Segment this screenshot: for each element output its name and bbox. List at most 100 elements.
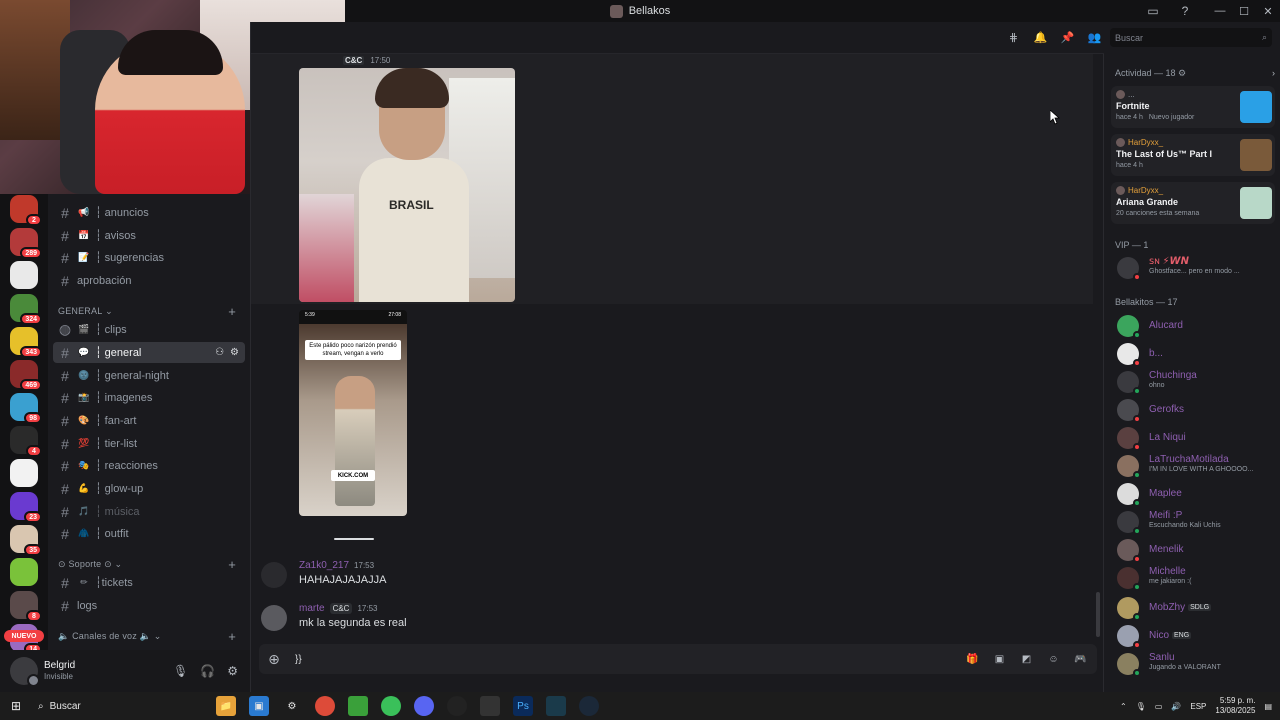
maximize-button[interactable]: ☐ [1232, 0, 1256, 22]
category-soporte[interactable]: ⊙ Soporte ⊙ ⌄ + [58, 557, 244, 572]
member-item[interactable]: Nico ENG [1117, 623, 1273, 649]
channel-tickets[interactable]: # ✏ ┆tickets [53, 572, 245, 593]
activity-card[interactable]: HarDyxx_ The Last of Us™ Part I hace 4 h [1111, 134, 1275, 176]
channel-reacciones[interactable]: # 🎭 ┆ reacciones [53, 455, 245, 476]
gif-icon[interactable]: ▣ [993, 653, 1006, 666]
channel-clips[interactable]: ◍ 🎬 ┆ clips [53, 319, 245, 340]
message-author[interactable]: Za1k0_217 [299, 560, 349, 571]
chevron-right-icon[interactable]: › [1272, 68, 1275, 78]
server-icon[interactable]: 469 [10, 360, 42, 391]
channel-logs[interactable]: # logs [53, 595, 245, 616]
channel-musica[interactable]: # 🎵 ┆ música [53, 501, 245, 522]
server-icon[interactable]: 98 [10, 393, 42, 424]
vscode-icon[interactable] [546, 696, 566, 716]
channel-fan-art[interactable]: # 🎨 ┆ fan-art [53, 410, 245, 431]
window-icon[interactable]: ▣ [249, 696, 269, 716]
channel-sugerencias[interactable]: # 📝 ┆ sugerencias [53, 247, 245, 268]
channel-aprobacion[interactable]: # aprobación [53, 270, 245, 291]
headphones-icon[interactable]: 🎧 [200, 664, 215, 678]
composer-text[interactable]: }} [295, 654, 302, 665]
channel-anuncios[interactable]: # 📢 ┆ anuncios [53, 202, 245, 223]
taskbar-search[interactable]: ⌕ Buscar [32, 701, 182, 712]
invite-icon[interactable]: ⚇ [215, 347, 224, 358]
obs-icon[interactable] [447, 696, 467, 716]
inbox-icon[interactable]: ▭ [1144, 2, 1162, 20]
threads-icon[interactable]: ⋕ [1006, 30, 1021, 45]
server-icon[interactable] [10, 459, 38, 487]
server-icon[interactable]: 8 [10, 591, 42, 622]
server-icon[interactable]: 35 [10, 525, 42, 556]
avatar[interactable] [261, 562, 287, 588]
server-icon[interactable]: 23 [10, 492, 42, 523]
attachment-image[interactable]: BRASIL [299, 68, 515, 302]
member-item[interactable]: La Niqui [1117, 425, 1273, 451]
member-item[interactable]: Alucard [1117, 313, 1273, 339]
server-icon[interactable]: 324 [10, 294, 42, 325]
message-composer[interactable]: ⊕ }} 🎁 ▣ ◩ ☺ 🎮 [259, 644, 1097, 674]
channel-tier-list[interactable]: # 💯 ┆ tier-list [53, 433, 245, 454]
capcut-icon[interactable] [480, 696, 500, 716]
xbox-icon[interactable] [381, 696, 401, 716]
activity-card[interactable]: ... Fortnite hace 4 h Nuevo jugador [1111, 86, 1275, 128]
member-item[interactable]: LaTruchaMotilada I'M IN LOVE WITH A GHOOO… [1117, 453, 1273, 479]
windows-start-icon[interactable]: ⊞ [0, 699, 32, 713]
member-item[interactable]: Sanlu Jugando a VALORANT [1117, 651, 1273, 677]
emoji-icon[interactable]: ☺ [1047, 653, 1060, 666]
activity-card[interactable]: HarDyxx_ Ariana Grande 20 canciones esta… [1111, 182, 1275, 224]
photoshop-icon[interactable]: Ps [513, 696, 533, 716]
minecraft-icon[interactable] [348, 696, 368, 716]
member-item[interactable]: Michelle me jakiaron :( [1117, 565, 1273, 591]
bell-icon[interactable]: 🔔 [1033, 30, 1048, 45]
chrome-icon[interactable] [315, 696, 335, 716]
settings-icon[interactable]: ⚙ [282, 696, 302, 716]
member-item[interactable]: Gerofks [1117, 397, 1273, 423]
add-channel-icon[interactable]: + [228, 557, 236, 572]
member-item[interactable]: Meifi :P Escuchando Kali Uchis [1117, 509, 1273, 535]
member-item[interactable]: Maplee [1117, 481, 1273, 507]
members-icon[interactable]: 👥 [1087, 30, 1102, 45]
add-channel-icon[interactable]: + [228, 304, 236, 319]
steam-icon[interactable] [579, 696, 599, 716]
network-icon[interactable]: ▭ [1155, 702, 1163, 711]
server-icon[interactable]: 2 [10, 195, 42, 226]
attachment-image[interactable]: 5:39 27:08 Este pálido poco narizón prend… [299, 310, 407, 516]
sticker-icon[interactable]: ◩ [1020, 653, 1033, 666]
chat-scrollbar[interactable] [1096, 592, 1100, 637]
channel-general[interactable]: # 💬 ┆ general ⚇ ⚙ [53, 342, 245, 363]
apps-icon[interactable]: 🎮 [1074, 653, 1087, 666]
file-explorer-icon[interactable]: 📁 [216, 696, 236, 716]
add-channel-icon[interactable]: + [228, 629, 236, 644]
discord-icon[interactable] [414, 696, 434, 716]
server-icon[interactable] [10, 261, 38, 289]
microphone-icon[interactable]: 🎙 [1136, 702, 1146, 711]
settings-icon[interactable]: ⚙ [230, 347, 239, 358]
server-icon[interactable]: 4 [10, 426, 42, 457]
close-button[interactable]: ✕ [1256, 0, 1280, 22]
gift-icon[interactable]: 🎁 [966, 653, 979, 666]
server-icon[interactable]: 289 [10, 228, 42, 259]
channel-imagenes[interactable]: # 📸 ┆ imagenes [53, 387, 245, 408]
add-attachment-icon[interactable]: ⊕ [259, 651, 289, 668]
category-voice[interactable]: 🔈 Canales de voz 🔈 ⌄ + [58, 629, 244, 644]
pin-icon[interactable]: 📌 [1060, 30, 1075, 45]
channel-general-night[interactable]: # 🌚 ┆ general-night [53, 365, 245, 386]
category-general[interactable]: GENERAL ⌄ + [58, 304, 244, 319]
member-item[interactable]: MobZhy SDLG [1117, 595, 1273, 621]
clock[interactable]: 5:59 p. m. 13/08/2025 [1215, 696, 1255, 716]
channel-glow-up[interactable]: # 💪 ┆ glow-up [53, 478, 245, 499]
member-item[interactable]: Menelik [1117, 537, 1273, 563]
settings-icon[interactable]: ⚙ [227, 664, 238, 678]
minimize-button[interactable]: — [1208, 0, 1232, 22]
avatar[interactable] [261, 605, 287, 631]
volume-icon[interactable]: 🔊 [1171, 702, 1181, 711]
notifications-icon[interactable]: ▤ [1264, 702, 1272, 711]
microphone-icon[interactable]: 🎙 [173, 664, 188, 678]
avatar[interactable] [10, 657, 40, 687]
member-item[interactable]: b... [1117, 341, 1273, 367]
member-item[interactable]: Chuchinga ohno [1117, 369, 1273, 395]
language-indicator[interactable]: ESP [1190, 702, 1206, 711]
channel-avisos[interactable]: # 📅 ┆ avisos [53, 225, 245, 246]
member-item[interactable]: ꜱɴ ⚡𝙒𝙉 Ghostface... pero en modo ... [1117, 255, 1273, 281]
server-icon[interactable] [10, 558, 38, 586]
server-icon[interactable]: 343 [10, 327, 42, 358]
